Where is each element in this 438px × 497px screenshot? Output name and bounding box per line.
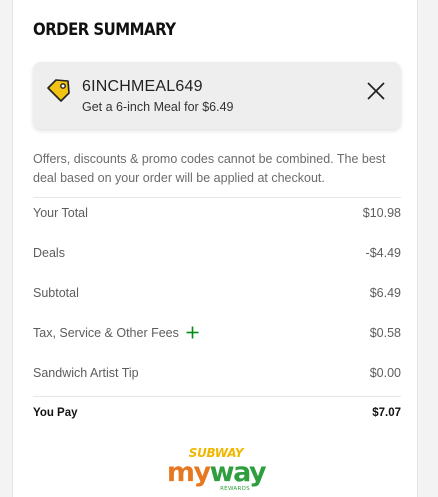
order-summary-title: ORDER SUMMARY bbox=[33, 20, 176, 40]
total-label: You Pay bbox=[33, 407, 78, 419]
row-label: Deals bbox=[33, 246, 65, 260]
total-value: $7.07 bbox=[372, 407, 401, 419]
row-value: $0.00 bbox=[369, 366, 401, 380]
close-icon[interactable] bbox=[365, 80, 387, 102]
row-value: $0.58 bbox=[369, 326, 401, 340]
subway-myway-rewards-logo: SUBWAY myway REWARDS bbox=[167, 446, 269, 492]
logo-rewards-text: REWARDS bbox=[220, 486, 250, 492]
divider bbox=[33, 197, 401, 198]
row-label: Sandwich Artist Tip bbox=[33, 366, 139, 380]
order-summary-card: ORDER SUMMARY 6INCHMEAL649 Get a 6-inch … bbox=[12, 0, 418, 497]
promo-code-banner: 6INCHMEAL649 Get a 6-inch Meal for $6.49 bbox=[33, 62, 401, 129]
row-value: -$4.49 bbox=[365, 246, 401, 260]
row-value: $6.49 bbox=[369, 286, 401, 300]
row-label: Your Total bbox=[33, 206, 88, 220]
promo-description: Get a 6-inch Meal for $6.49 bbox=[82, 100, 234, 114]
summary-row-deals: Deals -$4.49 bbox=[33, 246, 401, 266]
tag-icon bbox=[47, 79, 70, 102]
row-label: Tax, Service & Other Fees bbox=[33, 326, 179, 340]
summary-row-subtotal: Subtotal $6.49 bbox=[33, 286, 401, 306]
summary-row-tip: Sandwich Artist Tip $0.00 bbox=[33, 366, 401, 386]
logo-program-text: myway bbox=[167, 457, 267, 488]
promo-notice: Offers, discounts & promo codes cannot b… bbox=[33, 152, 386, 185]
summary-row-tax-fees: Tax, Service & Other Fees $0.58 bbox=[33, 326, 401, 346]
divider bbox=[33, 396, 401, 397]
summary-row-you-pay: You Pay $7.07 bbox=[33, 407, 401, 427]
row-value: $10.98 bbox=[362, 206, 401, 220]
row-label: Subtotal bbox=[33, 286, 79, 300]
promo-code: 6INCHMEAL649 bbox=[82, 78, 203, 95]
summary-row-your-total: Your Total $10.98 bbox=[33, 206, 401, 226]
row-label-with-toggle: Tax, Service & Other Fees bbox=[33, 326, 199, 340]
plus-icon[interactable] bbox=[186, 326, 199, 339]
